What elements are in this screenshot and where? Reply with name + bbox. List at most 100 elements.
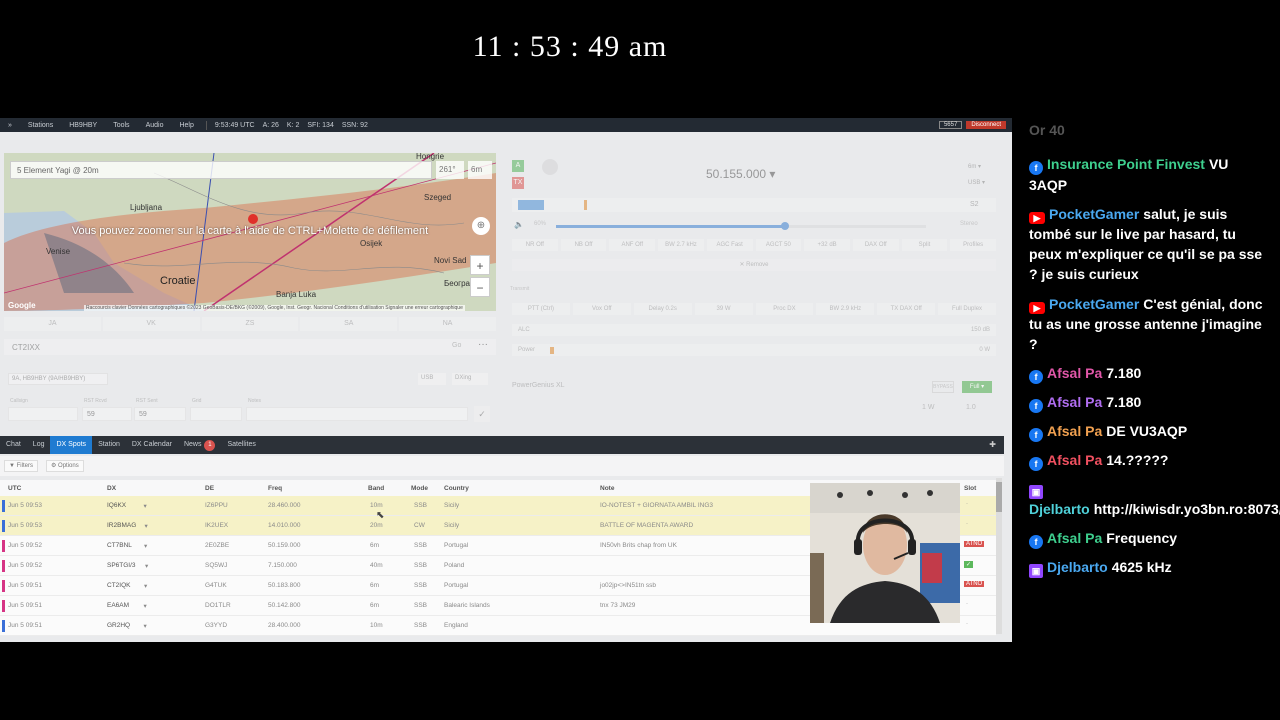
header-band[interactable]: Band: [368, 485, 384, 492]
stereo-button[interactable]: Stereo: [960, 221, 978, 227]
log-mode-select[interactable]: USB: [418, 373, 446, 385]
dx-dropdown-icon[interactable]: ▾: [144, 542, 147, 550]
tab-dx-spots[interactable]: DX Spots: [50, 436, 93, 454]
nav-audio[interactable]: Audio: [138, 122, 172, 129]
cell-dx[interactable]: EA6AM: [107, 602, 129, 609]
region-zs-button[interactable]: ZS: [201, 317, 299, 331]
volume-slider[interactable]: 🔈 60% Stereo: [512, 219, 996, 233]
nav-help[interactable]: Help: [171, 122, 201, 129]
region-sa-button[interactable]: SA: [300, 317, 398, 331]
dax-button[interactable]: DAX Off: [852, 239, 899, 251]
tab-station[interactable]: Station: [92, 436, 126, 454]
dx-dropdown-icon[interactable]: ▾: [144, 622, 147, 630]
scrollbar-thumb[interactable]: [996, 482, 1002, 512]
agc-button[interactable]: AGC Fast: [706, 239, 753, 251]
rst-sent-field[interactable]: 59: [134, 407, 186, 421]
region-ja-button[interactable]: JA: [4, 317, 101, 331]
tab-log[interactable]: Log: [27, 436, 51, 454]
cell-dx[interactable]: IR2BMAG: [107, 522, 136, 529]
full-duplex-button[interactable]: Full Duplex: [938, 303, 996, 315]
vox-button[interactable]: Vox Off: [572, 303, 631, 315]
profiles-button[interactable]: Profiles: [950, 239, 997, 251]
dx-dropdown-icon[interactable]: ▾: [145, 562, 148, 570]
zoom-out-button[interactable]: −: [470, 277, 490, 297]
cell-slot: ·: [966, 501, 968, 507]
go-button[interactable]: Go: [452, 342, 461, 349]
header-freq[interactable]: Freq: [268, 485, 282, 492]
bw-button[interactable]: BW 2.7 kHz: [658, 239, 704, 251]
cell-dx[interactable]: CT2IQK: [107, 582, 130, 589]
tx-button[interactable]: TX: [512, 177, 524, 189]
scrollbar[interactable]: [996, 478, 1002, 634]
proc-button[interactable]: Proc DX: [755, 303, 814, 315]
band-select[interactable]: 6m ▾: [968, 163, 981, 170]
station-select[interactable]: 9A, HB9HBY (9A/HB9HBY): [8, 373, 108, 385]
tab-news[interactable]: News 1: [178, 436, 222, 454]
header-mode[interactable]: Mode: [411, 485, 428, 492]
dx-dropdown-icon[interactable]: ▾: [144, 582, 147, 590]
dx-dropdown-icon[interactable]: ▾: [145, 522, 148, 530]
volume-thumb[interactable]: [781, 222, 789, 230]
region-vk-button[interactable]: VK: [102, 317, 200, 331]
nav-tools[interactable]: Tools: [105, 122, 137, 129]
tab-dx-calendar[interactable]: DX Calendar: [126, 436, 178, 454]
header-country[interactable]: Country: [444, 485, 469, 492]
nav-callsign[interactable]: HB9HBY: [61, 122, 105, 129]
cell-band: 6m: [370, 602, 380, 609]
pin-icon[interactable]: ✚: [989, 440, 996, 449]
save-check-button[interactable]: ✓: [474, 406, 490, 422]
nr-button[interactable]: NR Off: [512, 239, 558, 251]
tab-satellites[interactable]: Satellites: [221, 436, 261, 454]
callsign-input[interactable]: CT2IXX: [12, 343, 40, 352]
region-na-button[interactable]: NA: [399, 317, 496, 331]
tx-dax-button[interactable]: TX DAX Off: [877, 303, 936, 315]
location-marker[interactable]: [248, 214, 258, 224]
menu-icon[interactable]: »: [0, 122, 20, 129]
nav-stations[interactable]: Stations: [20, 122, 61, 129]
tuning-knob-icon[interactable]: [542, 159, 558, 175]
dx-dropdown-icon[interactable]: ▾: [144, 602, 147, 610]
full-button[interactable]: Full ▾: [962, 381, 992, 393]
map-band-select[interactable]: 6m: [468, 161, 492, 179]
cell-dx[interactable]: GR2HQ: [107, 622, 130, 629]
power-button[interactable]: 39 W: [694, 303, 753, 315]
notes-field[interactable]: [246, 407, 468, 421]
header-slot[interactable]: Slot: [964, 485, 976, 492]
zoom-in-button[interactable]: +: [470, 255, 490, 275]
nb-button[interactable]: NB Off: [560, 239, 607, 251]
bypass-button[interactable]: BYPASS: [932, 381, 954, 393]
dsp-buttons: NR Off NB Off ANF Off BW 2.7 kHz AGC Fas…: [512, 239, 997, 251]
header-utc[interactable]: UTC: [8, 485, 21, 492]
dxing-select[interactable]: DXing: [452, 373, 488, 385]
header-note[interactable]: Note: [600, 485, 614, 492]
filters-button[interactable]: ▼ Filters: [4, 460, 38, 472]
cell-dx[interactable]: IQ6KX: [107, 502, 126, 509]
disconnect-button[interactable]: Disconnect: [966, 121, 1006, 129]
anf-button[interactable]: ANF Off: [609, 239, 656, 251]
header-de[interactable]: DE: [205, 485, 214, 492]
split-button[interactable]: Split: [901, 239, 948, 251]
slice-a-button[interactable]: A: [512, 160, 524, 172]
delay-button[interactable]: Delay 0.2s: [633, 303, 692, 315]
header-dx[interactable]: DX: [107, 485, 116, 492]
more-icon[interactable]: ···: [478, 339, 488, 350]
cell-dx[interactable]: CT7BNL: [107, 542, 132, 549]
cell-dx[interactable]: SP6TGI/3: [107, 562, 136, 569]
agct-button[interactable]: AGCT 50: [755, 239, 802, 251]
options-button[interactable]: ⚙ Options: [46, 460, 84, 472]
mode-select[interactable]: USB ▾: [968, 179, 985, 186]
ptt-button[interactable]: PTT (Ctrl): [512, 303, 570, 315]
speaker-icon[interactable]: 🔈: [514, 220, 524, 229]
callsign-search[interactable]: CT2IXX Go ···: [4, 339, 496, 355]
gain-button[interactable]: +32 dB: [804, 239, 850, 251]
remove-button[interactable]: ✕ Remove: [512, 259, 996, 271]
grid-field[interactable]: [190, 407, 242, 421]
frequency-display[interactable]: 50.155.000 ▾: [706, 167, 775, 181]
rst-rcvd-field[interactable]: 59: [82, 407, 132, 421]
callsign-field[interactable]: [8, 407, 78, 421]
tab-chat[interactable]: Chat: [0, 436, 27, 454]
map-panel[interactable]: 5 Element Yagi @ 20m 261° 6m Hongrie Lju…: [4, 153, 496, 311]
dx-dropdown-icon[interactable]: ▾: [144, 502, 147, 510]
tx-bw-button[interactable]: BW 2.9 kHz: [816, 303, 875, 315]
locate-icon[interactable]: ⊕: [472, 217, 490, 235]
